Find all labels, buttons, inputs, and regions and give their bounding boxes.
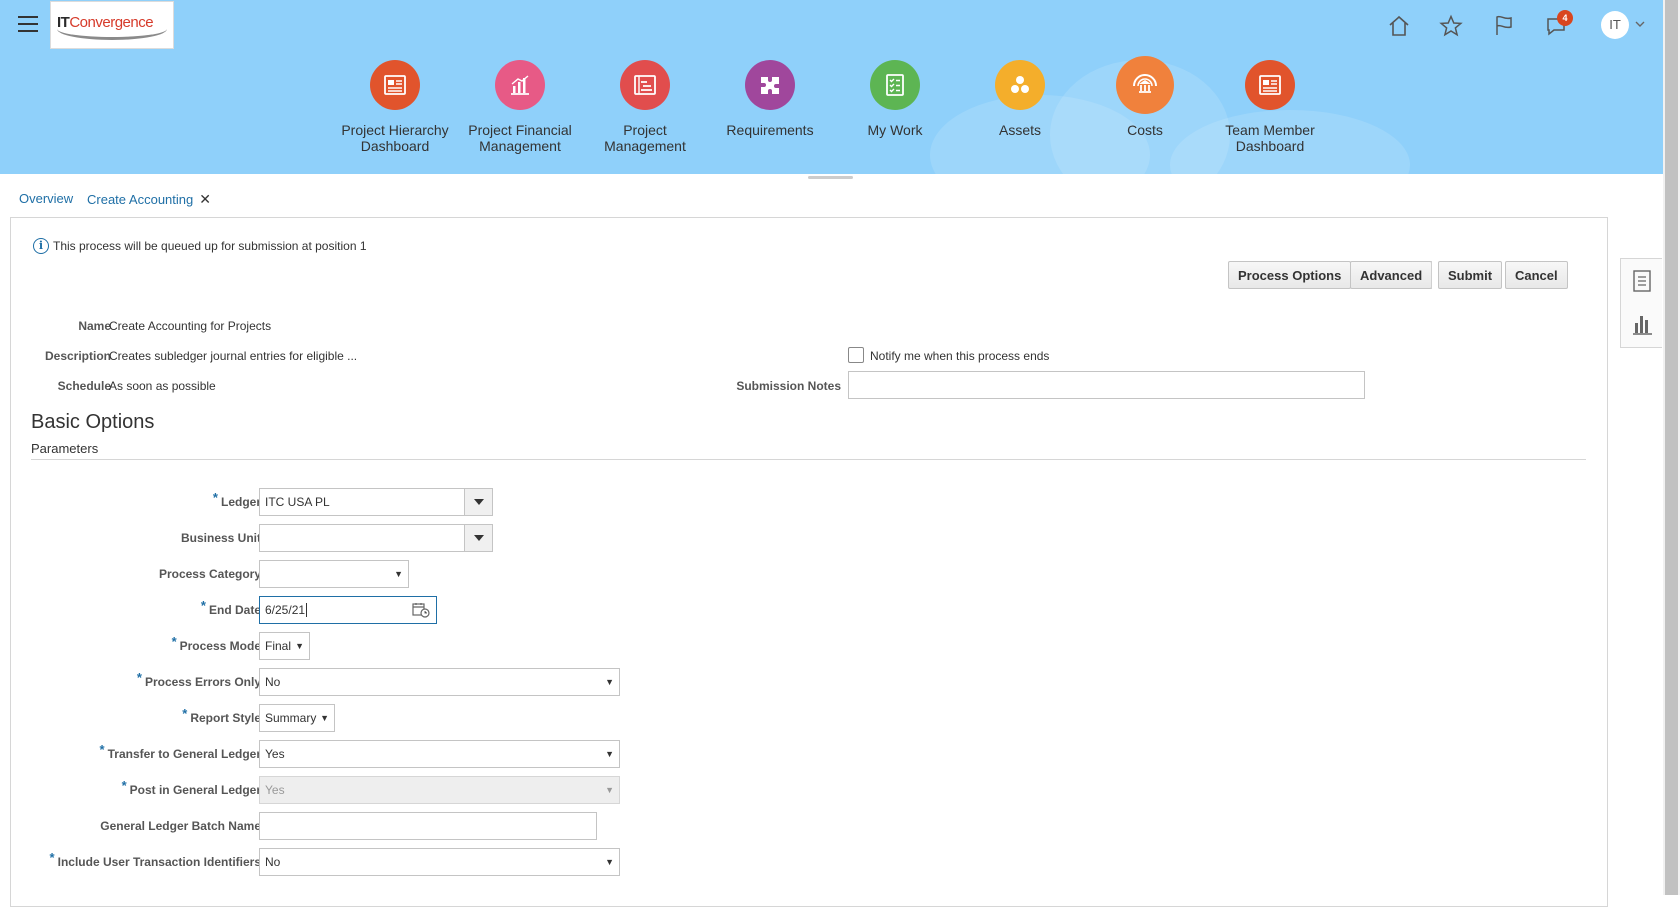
springboard-my-work[interactable]: My Work	[830, 60, 960, 138]
springboard-requirements[interactable]: Requirements	[705, 60, 835, 138]
ledger-field[interactable]: ITC USA PL	[259, 488, 493, 516]
process-mode-label: * Process Mode	[171, 634, 261, 653]
report-style-select[interactable]: Summary ▼	[259, 704, 335, 732]
notify-checkbox[interactable]	[848, 347, 864, 363]
tab-label: Overview	[19, 191, 74, 206]
home-icon[interactable]	[1387, 14, 1411, 38]
caret-down-icon[interactable]: ▼	[295, 633, 304, 659]
section-title: Basic Options	[31, 411, 155, 433]
scrollbar-thumb[interactable]	[1665, 0, 1678, 895]
springboard-costs[interactable]: Costs	[1080, 56, 1210, 138]
business-unit-label: Business Unit	[180, 531, 261, 545]
submission-notes-field[interactable]	[848, 371, 1365, 399]
section-subtitle: Parameters	[31, 441, 99, 456]
transfer-gl-label: * Transfer to General Ledger	[99, 742, 261, 761]
chevron-down-icon[interactable]	[1633, 17, 1647, 31]
springboard-project-management[interactable]: Project Management	[580, 60, 710, 154]
info-message: i This process will be queued up for sub…	[33, 238, 367, 254]
advanced-button[interactable]: Advanced	[1350, 261, 1433, 289]
process-errors-only-select[interactable]: No ▼	[259, 668, 620, 696]
springboard-team-member-dashboard[interactable]: Team Member Dashboard	[1205, 60, 1335, 154]
transfer-gl-select[interactable]: Yes ▼	[259, 740, 620, 768]
business-unit-field[interactable]	[259, 524, 493, 552]
business-unit-dropdown-button[interactable]	[464, 525, 492, 551]
springboard-project-financial-management[interactable]: Project Financial Management	[455, 60, 585, 154]
submit-button[interactable]: Submit	[1438, 261, 1503, 289]
process-category-label: Process Category	[158, 567, 261, 581]
description-label: Description	[44, 349, 111, 363]
ledger-label: * Ledger	[212, 490, 261, 509]
document-icon[interactable]	[1630, 268, 1654, 294]
caret-down-icon[interactable]: ▼	[605, 741, 614, 767]
springboard-assets[interactable]: Assets	[955, 60, 1085, 138]
include-uti-label: * Include User Transaction Identifiers	[49, 850, 261, 869]
caret-down-icon[interactable]: ▼	[605, 669, 614, 695]
include-uti-select[interactable]: No ▼	[259, 848, 620, 876]
caret-down-icon[interactable]: ▼	[605, 849, 614, 875]
calendar-icon[interactable]	[412, 602, 430, 618]
navigator-menu-icon[interactable]	[18, 16, 38, 32]
report-style-label: * Report Style	[182, 706, 261, 725]
bar-chart-icon	[495, 60, 545, 110]
dashboard-icon	[1245, 60, 1295, 110]
springboard-project-hierarchy-dashboard[interactable]: Project Hierarchy Dashboard	[330, 60, 460, 154]
caret-down-icon[interactable]: ▼	[394, 561, 403, 587]
button-divider	[1431, 261, 1432, 289]
puzzle-icon	[745, 60, 795, 110]
end-date-field[interactable]: 6/25/21	[259, 596, 437, 624]
springboard-collapse-handle[interactable]	[808, 176, 853, 179]
assets-icon	[995, 60, 1045, 110]
close-icon[interactable]: ✕	[199, 191, 211, 207]
gl-batch-name-field[interactable]	[259, 812, 597, 840]
ledger-dropdown-button[interactable]	[464, 489, 492, 515]
section-divider	[31, 459, 1586, 460]
caret-down-icon[interactable]: ▼	[320, 705, 329, 731]
checklist-icon	[870, 60, 920, 110]
process-errors-only-label: * Process Errors Only	[136, 670, 261, 689]
global-header: ITConvergence 4 IT Project Hierarchy Dash…	[0, 0, 1663, 174]
side-toolbar	[1620, 258, 1662, 348]
analytics-chart-icon[interactable]	[1630, 311, 1654, 337]
costs-icon	[1116, 56, 1174, 114]
notify-label: Notify me when this process ends	[870, 349, 1050, 363]
info-icon: i	[33, 238, 49, 254]
process-panel: i This process will be queued up for sub…	[10, 217, 1608, 907]
watchlist-flag-icon[interactable]	[1492, 14, 1516, 38]
process-options-button[interactable]: Process Options	[1228, 261, 1352, 289]
user-avatar[interactable]: IT	[1601, 11, 1629, 39]
cancel-button[interactable]: Cancel	[1505, 261, 1568, 289]
post-gl-label: * Post in General Ledger	[121, 778, 261, 797]
name-value: Create Accounting for Projects	[109, 319, 272, 333]
gl-batch-name-label: General Ledger Batch Name	[100, 819, 261, 833]
process-category-select[interactable]: ▼	[259, 560, 409, 588]
process-mode-select[interactable]: Final ▼	[259, 632, 310, 660]
end-date-label: * End Date	[200, 598, 261, 617]
schedule-label: Schedule	[57, 379, 111, 393]
dashboard-icon	[370, 60, 420, 110]
company-logo[interactable]: ITConvergence	[50, 1, 174, 49]
schedule-value: As soon as possible	[109, 379, 216, 393]
submission-notes-label: Submission Notes	[736, 379, 841, 393]
favorites-star-icon[interactable]	[1439, 14, 1463, 38]
description-value: Creates subledger journal entries for el…	[109, 349, 358, 363]
info-message-text: This process will be queued up for submi…	[53, 239, 367, 253]
caret-down-icon: ▼	[605, 785, 614, 795]
notification-count-badge[interactable]: 4	[1557, 10, 1573, 26]
tab-label: Create Accounting	[87, 192, 194, 207]
gantt-icon	[620, 60, 670, 110]
post-gl-select: Yes ▼	[259, 776, 620, 804]
name-label: Name	[78, 319, 111, 333]
